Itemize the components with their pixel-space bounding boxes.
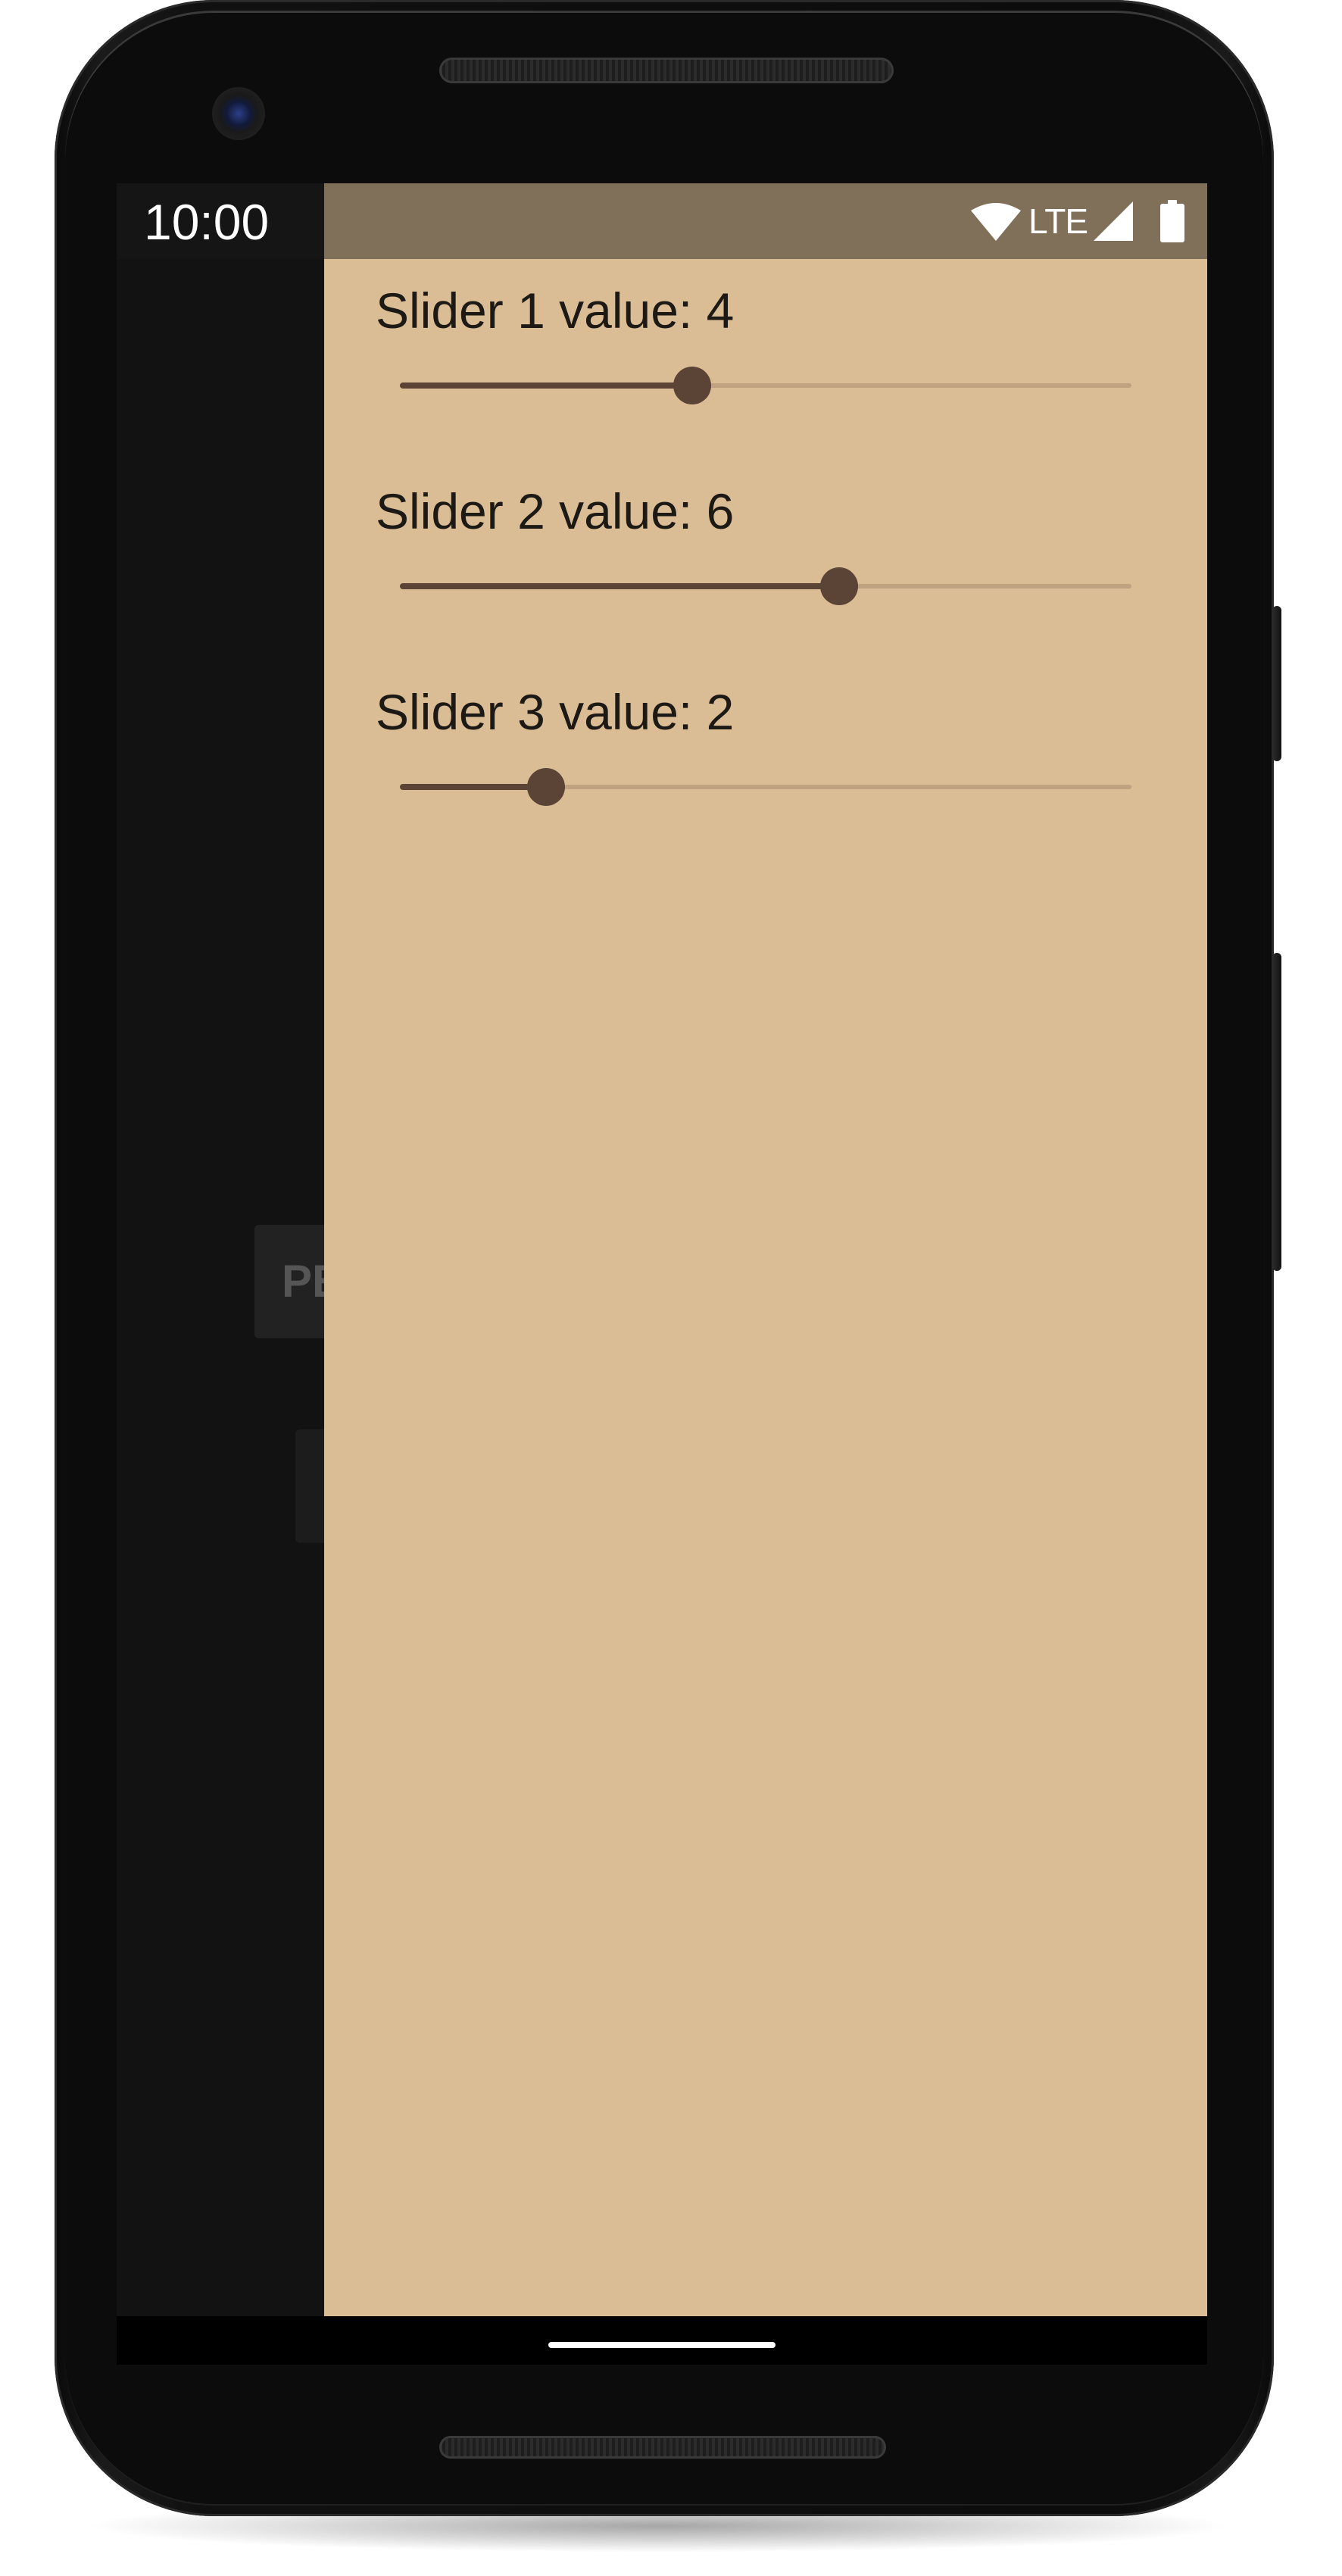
slider-1-active-track — [400, 382, 693, 389]
slider-3-label: Slider 3 value: 2 — [376, 684, 735, 740]
earpiece-speaker — [439, 58, 894, 83]
wifi-icon — [971, 203, 1022, 241]
battery-icon — [1160, 200, 1184, 242]
device-stage: 10:00 PE LTE Slider 1 value: 4 Slider 2 … — [0, 0, 1342, 2576]
slider-2-label: Slider 2 value: 6 — [376, 483, 735, 539]
status-icons: LTE — [969, 200, 1184, 242]
drawer-status-bar: LTE — [324, 183, 1207, 259]
navigation-drawer: LTE Slider 1 value: 4 Slider 2 value: 6 … — [324, 183, 1207, 2316]
slider-1-thumb[interactable] — [673, 367, 712, 404]
bottom-speaker — [439, 2436, 886, 2459]
slider-2-active-track — [400, 583, 839, 589]
slider-3-thumb[interactable] — [527, 768, 566, 806]
phone-screen: 10:00 PE LTE Slider 1 value: 4 Slider 2 … — [117, 183, 1207, 2365]
status-time: 10:00 — [144, 194, 270, 250]
slider-1-label: Slider 1 value: 4 — [376, 283, 735, 339]
volume-button — [1272, 606, 1281, 761]
slider-1-track[interactable] — [400, 367, 1131, 404]
slider-2-thumb[interactable] — [819, 567, 858, 605]
slider-3-active-track — [400, 784, 547, 790]
front-camera-icon — [214, 89, 263, 138]
navigation-bar — [117, 2316, 1207, 2365]
slider-2-track[interactable] — [400, 567, 1131, 605]
network-type-label: LTE — [1028, 201, 1088, 241]
slider-3-track[interactable] — [400, 768, 1131, 806]
cellular-signal-icon — [1094, 201, 1133, 241]
power-button — [1272, 953, 1281, 1271]
home-gesture-handle[interactable] — [548, 2342, 776, 2348]
